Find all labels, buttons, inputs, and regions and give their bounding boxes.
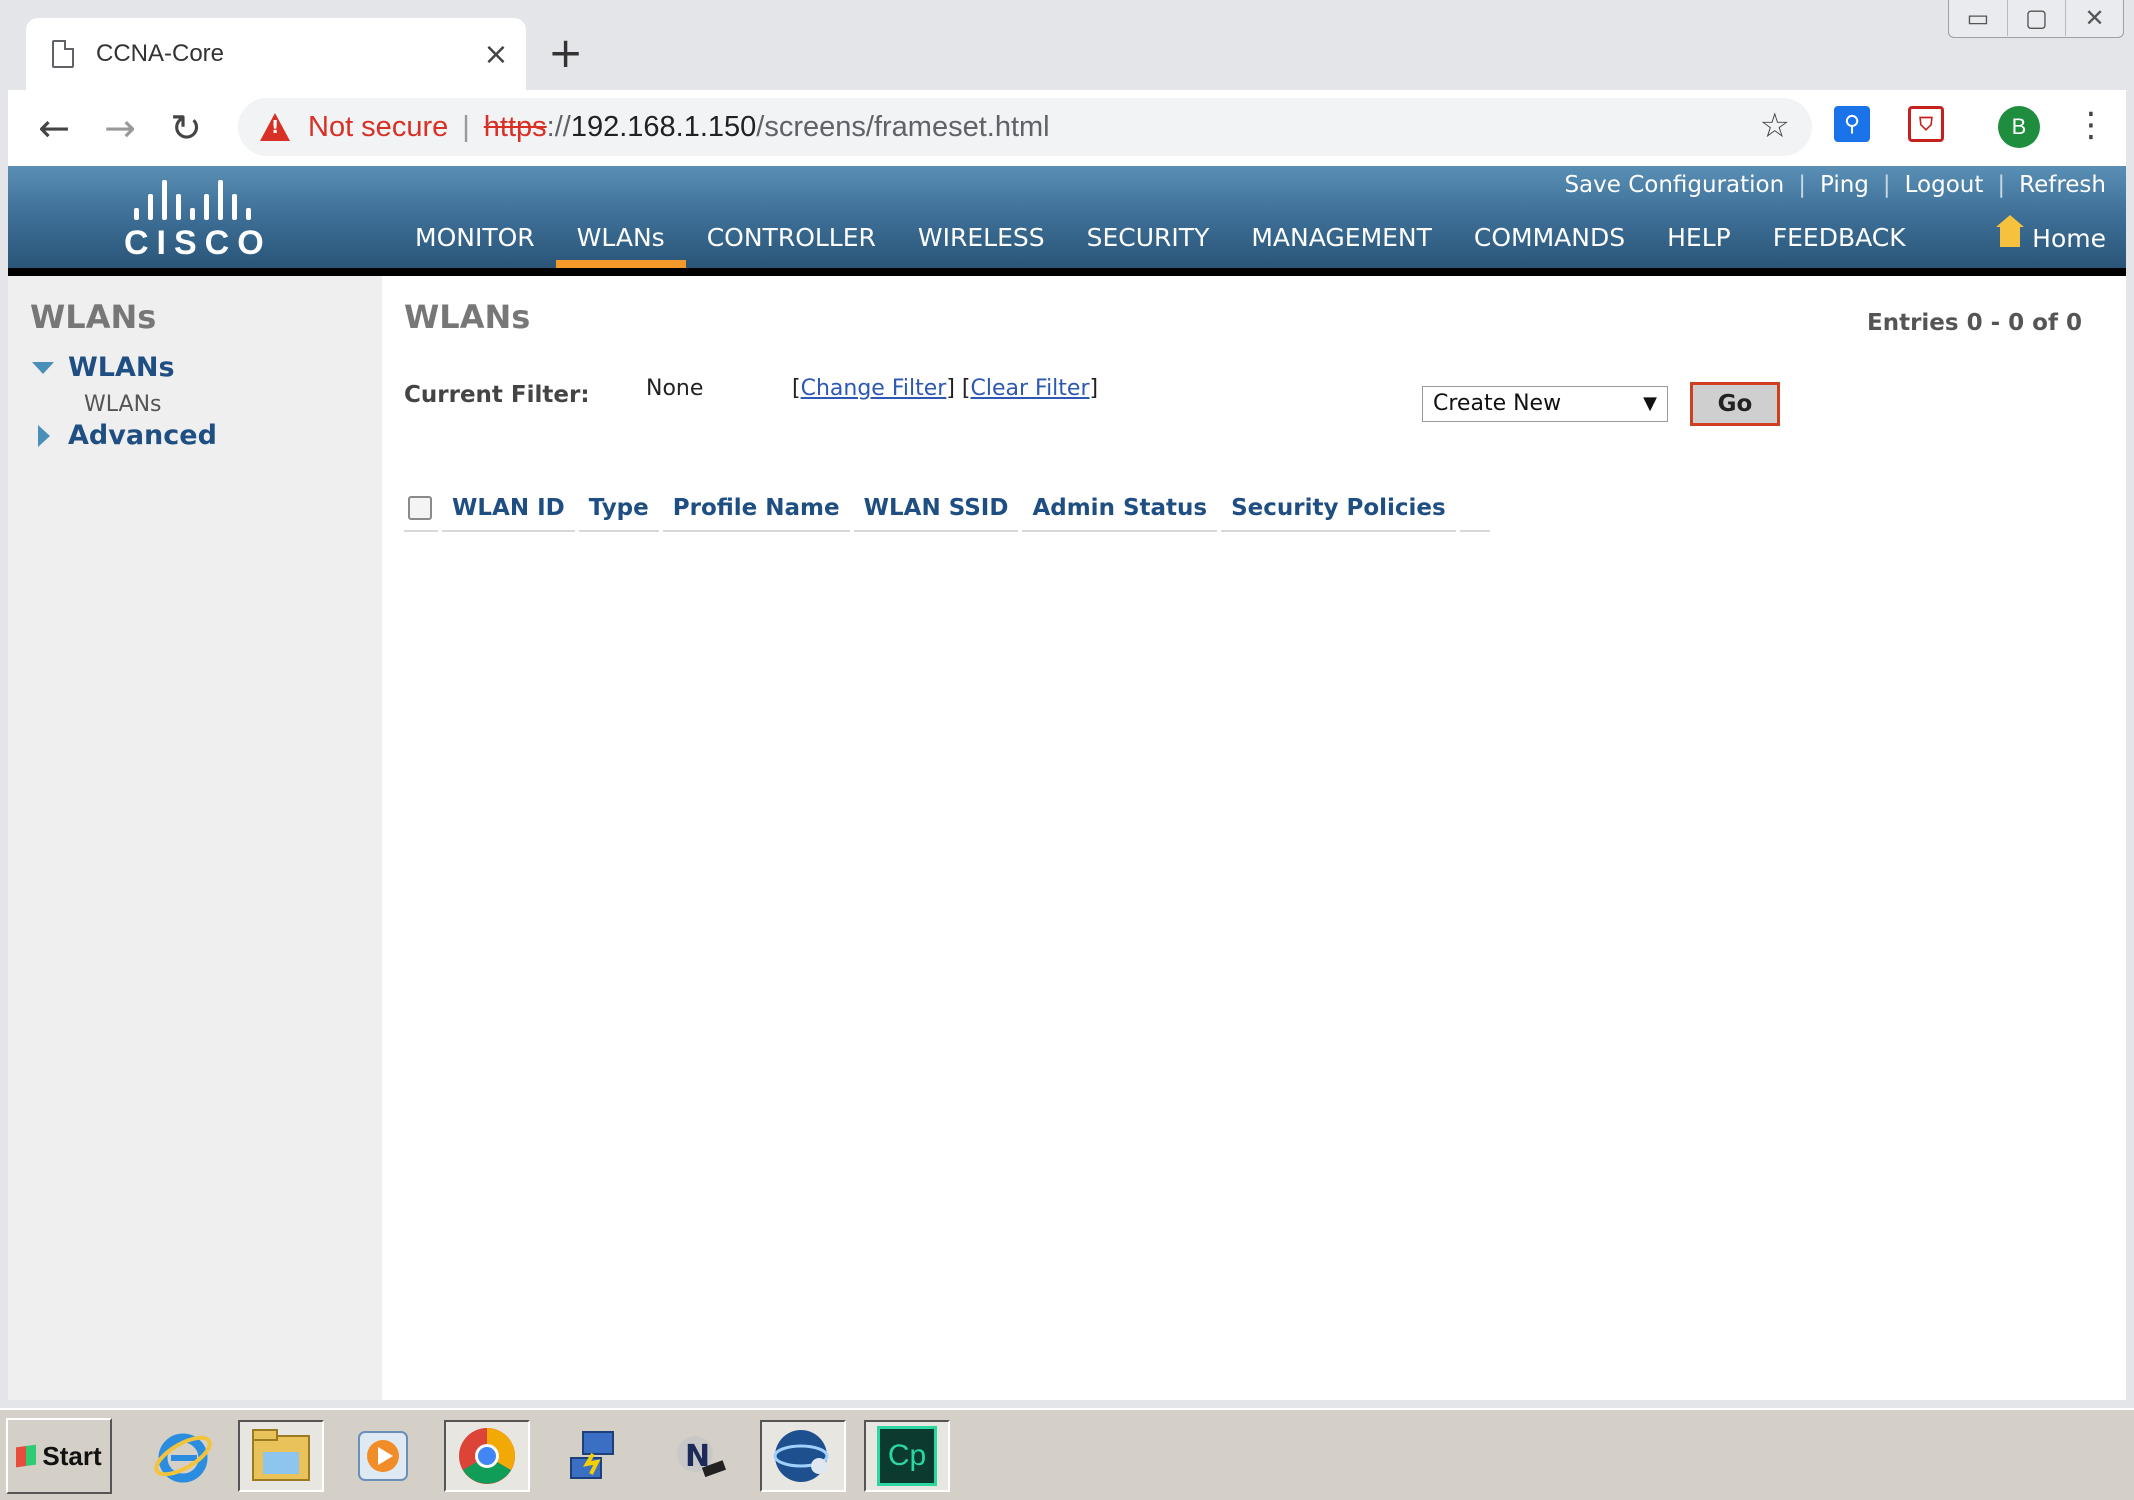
maximize-button[interactable]: ▢ [2007,0,2065,36]
new-tab-button[interactable]: + [548,28,583,78]
sidebar-group-wlans[interactable]: WLANs [32,352,175,383]
main-nav: MONITOR WLANs CONTROLLER WIRELESS SECURI… [394,218,1927,268]
sidebar-title: WLANs [30,298,157,336]
column-wlan-ssid: WLAN SSID [853,490,1019,532]
action-select-value: Create New [1433,391,1562,416]
file-explorer-icon[interactable] [238,1420,324,1492]
logout-link[interactable]: Logout [1905,172,1984,198]
util-divider: | [1997,172,2006,198]
change-filter-link[interactable]: Change Filter [801,376,947,401]
sidebar-group-label: WLANs [68,352,175,383]
home-link[interactable]: Home [1996,214,2106,253]
security-indicator[interactable]: Not secure [308,111,448,144]
expand-right-icon [38,424,50,447]
minimize-button[interactable]: ▭ [1949,0,2007,36]
cisco-header: CISCO Save Configuration | Ping | Logout… [8,166,2126,276]
sidebar-group-label: Advanced [68,420,217,451]
window-controls: ▭ ▢ ✕ [1948,0,2124,38]
current-filter-label: Current Filter: [404,382,590,408]
wlc-page: CISCO Save Configuration | Ping | Logout… [8,166,2126,1400]
cisco-logo-text: CISCO [124,224,272,262]
column-admin-status: Admin Status [1022,490,1218,532]
ping-link[interactable]: Ping [1820,172,1869,198]
nav-monitor[interactable]: MONITOR [394,218,556,268]
browser-window: ▭ ▢ ✕ CCNA-Core × + ← → ↻ Not secure | h… [0,0,2134,1500]
current-filter-value: None [646,376,704,401]
captivate-label: Cp [877,1426,937,1486]
forward-icon[interactable]: → [96,104,144,152]
start-label: Start [42,1440,102,1471]
url-separator: :// [546,110,571,143]
dropdown-arrow-icon: ▼ [1643,393,1657,414]
column-profile-name: Profile Name [662,490,850,532]
chrome-icon[interactable] [444,1420,530,1492]
start-button[interactable]: Start [6,1418,112,1494]
column-security-policies: Security Policies [1221,490,1456,532]
cisco-logo-bars [134,178,284,220]
column-type: Type [578,490,659,532]
column-actions [1459,490,1490,532]
nav-wireless[interactable]: WIRELESS [897,218,1066,268]
url-scheme: https [483,110,547,143]
cisco-logo: CISCO [124,178,284,268]
shield-extension-icon[interactable]: ⛉ [1908,106,1944,142]
nav-controller[interactable]: CONTROLLER [686,218,897,268]
tab-close-icon[interactable]: × [466,37,526,72]
omnibox-divider: | [462,110,470,143]
wlan-table-header: WLAN ID Type Profile Name WLAN SSID Admi… [404,490,1494,532]
captivate-icon[interactable]: Cp [864,1420,950,1492]
search-extension-icon[interactable]: ⚲ [1834,106,1870,142]
document-icon [52,40,74,68]
internet-explorer-icon[interactable] [140,1420,226,1492]
utility-links: Save Configuration | Ping | Logout | Ref… [1564,172,2106,198]
clear-filter-link[interactable]: Clear Filter [970,376,1089,401]
tab-title: CCNA-Core [96,40,225,67]
refresh-link[interactable]: Refresh [2019,172,2106,198]
select-all-cell [404,490,438,532]
column-wlan-id: WLAN ID [442,490,575,532]
reload-icon[interactable]: ↻ [162,104,210,152]
profile-avatar[interactable]: B [1998,106,2040,148]
packet-tracer-icon[interactable] [760,1420,846,1492]
select-all-checkbox[interactable] [408,496,432,520]
nav-wlans[interactable]: WLANs [555,218,686,268]
browser-menu-icon[interactable]: ⋮ [2074,102,2108,148]
browser-toolbar: ← → ↻ Not secure | https :// 192.168.1.1… [8,90,2126,166]
url-host: 192.168.1.150 [570,110,757,143]
taskbar: Start N Cp [0,1408,2134,1500]
home-label: Home [2032,224,2106,253]
go-button[interactable]: Go [1690,382,1780,426]
network-tool-icon[interactable] [552,1420,638,1492]
netacad-tool-icon[interactable]: N [656,1420,742,1492]
util-divider: | [1798,172,1806,198]
sidebar-item-wlans[interactable]: WLANs [84,392,161,417]
expand-down-icon [32,361,54,374]
action-select[interactable]: Create New ▼ [1422,386,1668,422]
media-player-icon[interactable] [340,1420,426,1492]
nav-help[interactable]: HELP [1646,218,1752,268]
warning-icon [260,113,290,141]
entries-count: Entries 0 - 0 of 0 [1867,310,2082,336]
page-title: WLANs [404,298,531,336]
filter-links: [Change Filter] [Clear Filter] [792,376,1099,401]
close-window-button[interactable]: ✕ [2065,0,2123,36]
nav-feedback[interactable]: FEEDBACK [1752,218,1927,268]
nav-management[interactable]: MANAGEMENT [1230,218,1453,268]
nav-security[interactable]: SECURITY [1066,218,1231,268]
sidebar-group-advanced[interactable]: Advanced [32,420,217,451]
main-content: WLANs Entries 0 - 0 of 0 Current Filter:… [382,276,2126,1400]
url-path: /screens/frameset.html [756,110,1050,143]
back-icon[interactable]: ← [30,104,78,152]
address-bar[interactable]: Not secure | https :// 192.168.1.150 /sc… [238,98,1812,156]
nav-commands[interactable]: COMMANDS [1453,218,1646,268]
windows-flag-icon [16,1444,37,1468]
util-divider: | [1882,172,1891,198]
home-icon [1996,214,2025,247]
save-configuration-link[interactable]: Save Configuration [1564,172,1784,198]
browser-tab[interactable]: CCNA-Core × [26,18,526,90]
bookmark-star-icon[interactable]: ☆ [1760,106,1790,146]
sidebar: WLANs WLANs WLANs Advanced [8,276,382,1400]
